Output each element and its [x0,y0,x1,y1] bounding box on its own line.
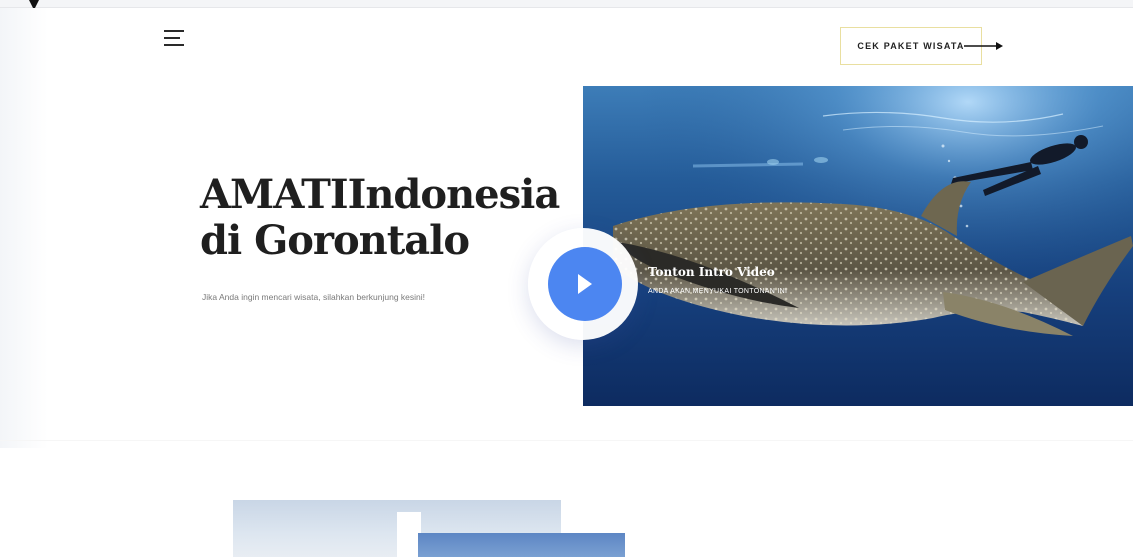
hamburger-menu-icon[interactable] [164,30,186,48]
cek-paket-wisata-button[interactable]: CEK PAKET WISATA [840,27,982,65]
browser-top-strip [0,0,1133,8]
hero-video-thumbnail[interactable] [583,86,1133,406]
video-title[interactable]: Tonton Intro Video [648,265,775,279]
video-subtitle: ANDA AKAN MENYUKAI TONTONAN INI [648,288,788,295]
arrow-right-icon [964,42,1003,50]
section-divider [0,440,1133,441]
hero-title-line-2: di Gorontalo [200,217,470,264]
gallery-image-2 [418,533,625,557]
play-video-button[interactable] [548,247,622,321]
hero-subtitle: Jika Anda ingin mencari wisata, silahkan… [202,292,426,302]
play-icon [578,274,592,294]
left-edge-shade [0,8,48,448]
hero-title: AMATIIndonesia di Gorontalo [200,172,580,264]
whale-shark-image [583,86,1133,406]
hero-title-line-1: AMATIIndonesia [200,171,560,218]
